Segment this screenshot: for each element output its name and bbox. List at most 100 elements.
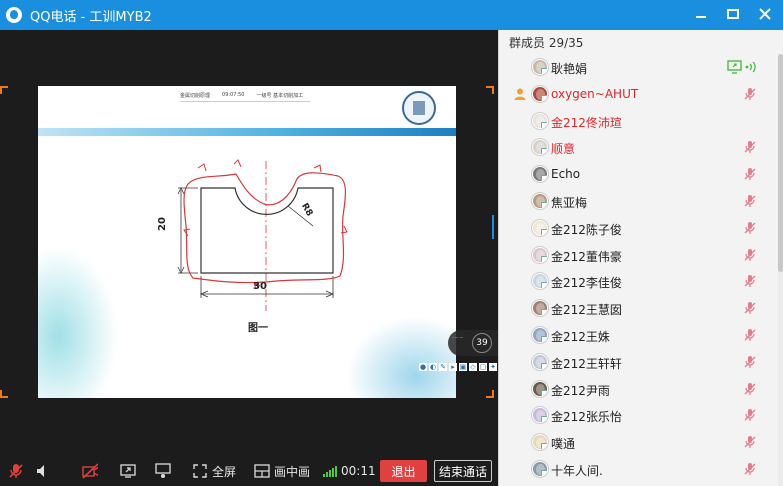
member-list-scrollbar[interactable] <box>778 54 783 486</box>
member-avatar <box>532 59 548 75</box>
member-name: 金212尹雨 <box>551 383 610 398</box>
member-avatar <box>532 139 548 156</box>
member-row[interactable]: 金212张乐怡 <box>499 402 779 429</box>
maximize-icon[interactable] <box>725 6 741 22</box>
microphone-muted-icon <box>743 248 757 262</box>
member-avatar <box>532 166 548 183</box>
slide-page-badge[interactable]: ········· 39 <box>448 330 498 356</box>
member-name: 金212王姝 <box>551 329 610 344</box>
member-row[interactable]: 金212王轩轩 <box>499 349 779 376</box>
group-members-panel: 群成员 29/35 耿艳娟 oxygen~AHUT 金212佟沛瑄顺意 Echo 焦亚梅… <box>498 30 783 486</box>
member-avatar <box>532 380 548 397</box>
member-avatar <box>532 112 548 129</box>
member-avatar <box>532 460 548 477</box>
share-screen-icon <box>120 463 136 479</box>
member-row[interactable]: 金212李佳俊 <box>499 268 779 295</box>
member-avatar <box>532 85 548 102</box>
member-row[interactable]: 耿艳娟 <box>499 54 779 81</box>
camera-off-button[interactable] <box>82 456 98 486</box>
presentation-icon <box>155 463 171 479</box>
slide-tool-icon[interactable]: ✎ <box>439 363 447 371</box>
microphone-muted-icon <box>743 140 757 154</box>
slide-tool-icon[interactable]: ▣ <box>459 363 467 371</box>
member-name: 金212陈子俊 <box>551 222 622 237</box>
microphone-muted-icon <box>743 328 757 342</box>
host-user-icon <box>513 87 527 101</box>
member-list: 耿艳娟 oxygen~AHUT 金212佟沛瑄 顺意 Echo 焦亚梅 金212陈子俊 金21… <box>499 54 779 483</box>
member-name: 金212王轩轩 <box>551 356 622 371</box>
speaker-icon <box>35 463 51 479</box>
fullscreen-label: 全屏 <box>212 464 237 479</box>
member-name: 耿艳娟 <box>551 62 588 76</box>
call-timer: 00:11 <box>341 464 376 478</box>
window-controls <box>693 6 773 22</box>
member-row[interactable]: 金212尹雨 <box>499 376 779 403</box>
member-name: 金212董伟豪 <box>551 249 622 264</box>
video-corner-marker <box>0 86 8 94</box>
slide-tool-icon[interactable]: ▢ <box>479 363 487 371</box>
close-icon[interactable] <box>757 6 773 22</box>
shared-screen-video[interactable]: 金属切削原理 09:07:50 一级号 基本切削加工 20 30 R8 图一 ·… <box>0 30 507 456</box>
engineering-drawing <box>177 159 348 311</box>
member-name: 金212李佳俊 <box>551 276 622 291</box>
video-corner-marker <box>486 86 494 94</box>
members-count-header: 群成员 29/35 <box>509 35 584 50</box>
slide-tool-icon[interactable]: ✦ <box>489 363 497 371</box>
member-row[interactable]: 焦亚梅 <box>499 188 779 215</box>
dimension-width-label: 30 <box>253 281 267 292</box>
network-status: 00:11 <box>323 456 376 486</box>
microphone-muted-icon <box>743 167 757 181</box>
microphone-muted-icon <box>743 87 757 101</box>
member-name: 焦亚梅 <box>551 195 588 210</box>
member-row[interactable]: oxygen~AHUT <box>499 81 779 108</box>
member-avatar <box>532 434 548 451</box>
microphone-muted-icon <box>743 194 757 208</box>
minimize-icon[interactable] <box>693 6 709 22</box>
fullscreen-button[interactable]: 全屏 <box>192 456 236 486</box>
dimension-height-label: 20 <box>157 217 168 231</box>
page-badge-dots: ········· <box>452 335 464 340</box>
exit-button[interactable]: 退出 <box>380 460 427 482</box>
member-avatar <box>532 407 548 424</box>
member-row[interactable]: 金212陈子俊 <box>499 215 779 242</box>
picture-in-picture-label: 画中画 <box>274 464 311 479</box>
page-number: 39 <box>472 333 492 353</box>
picture-in-picture-icon <box>254 463 270 479</box>
member-row[interactable]: 金212王慧囡 <box>499 295 779 322</box>
slide-tool-icon[interactable]: ● <box>419 363 427 371</box>
member-avatar <box>532 273 548 290</box>
member-name: 噗通 <box>551 437 576 452</box>
speaker-button[interactable] <box>35 456 51 486</box>
microphone-muted-button[interactable] <box>8 456 24 486</box>
slide-tool-icon[interactable]: ▸ <box>449 363 457 371</box>
slide-tools: ● ◐ ✎ ▸ ▣ ◇ ▢ ✦ ◈ <box>419 363 507 373</box>
member-row[interactable]: 金212佟沛瑄 <box>499 108 779 135</box>
speaking-wave-icon <box>745 60 757 74</box>
member-name: Echo <box>551 167 581 182</box>
presentation-button[interactable] <box>155 456 171 486</box>
scrollbar-thumb[interactable] <box>778 54 783 272</box>
member-row[interactable]: 噗通 <box>499 429 779 456</box>
microphone-muted-icon <box>743 382 757 396</box>
member-row[interactable]: 金212董伟豪 <box>499 242 779 269</box>
member-row[interactable]: Echo <box>499 161 779 188</box>
member-row[interactable]: 十年人间. <box>499 456 779 483</box>
member-row[interactable]: 金212王姝 <box>499 322 779 349</box>
share-screen-button[interactable] <box>120 456 136 486</box>
member-avatar <box>532 192 548 209</box>
microphone-muted-icon <box>743 301 757 315</box>
picture-in-picture-button[interactable]: 画中画 <box>254 456 310 486</box>
slide-tool-icon[interactable]: ◇ <box>469 363 477 371</box>
slide-tool-icon[interactable]: ◐ <box>429 363 437 371</box>
window-title: QQ电话 - 工训MYB2 <box>30 9 152 25</box>
edge-indicator <box>492 215 495 239</box>
qq-logo-icon <box>6 7 22 23</box>
member-row[interactable]: 顺意 <box>499 134 779 161</box>
member-name: 金212佟沛瑄 <box>551 115 622 130</box>
microphone-muted-icon <box>743 355 757 369</box>
figure-caption: 图一 <box>248 323 268 334</box>
member-avatar <box>532 300 548 317</box>
member-avatar <box>532 219 548 236</box>
end-call-button[interactable]: 结束通话 <box>434 460 492 482</box>
camera-off-icon <box>82 463 98 479</box>
